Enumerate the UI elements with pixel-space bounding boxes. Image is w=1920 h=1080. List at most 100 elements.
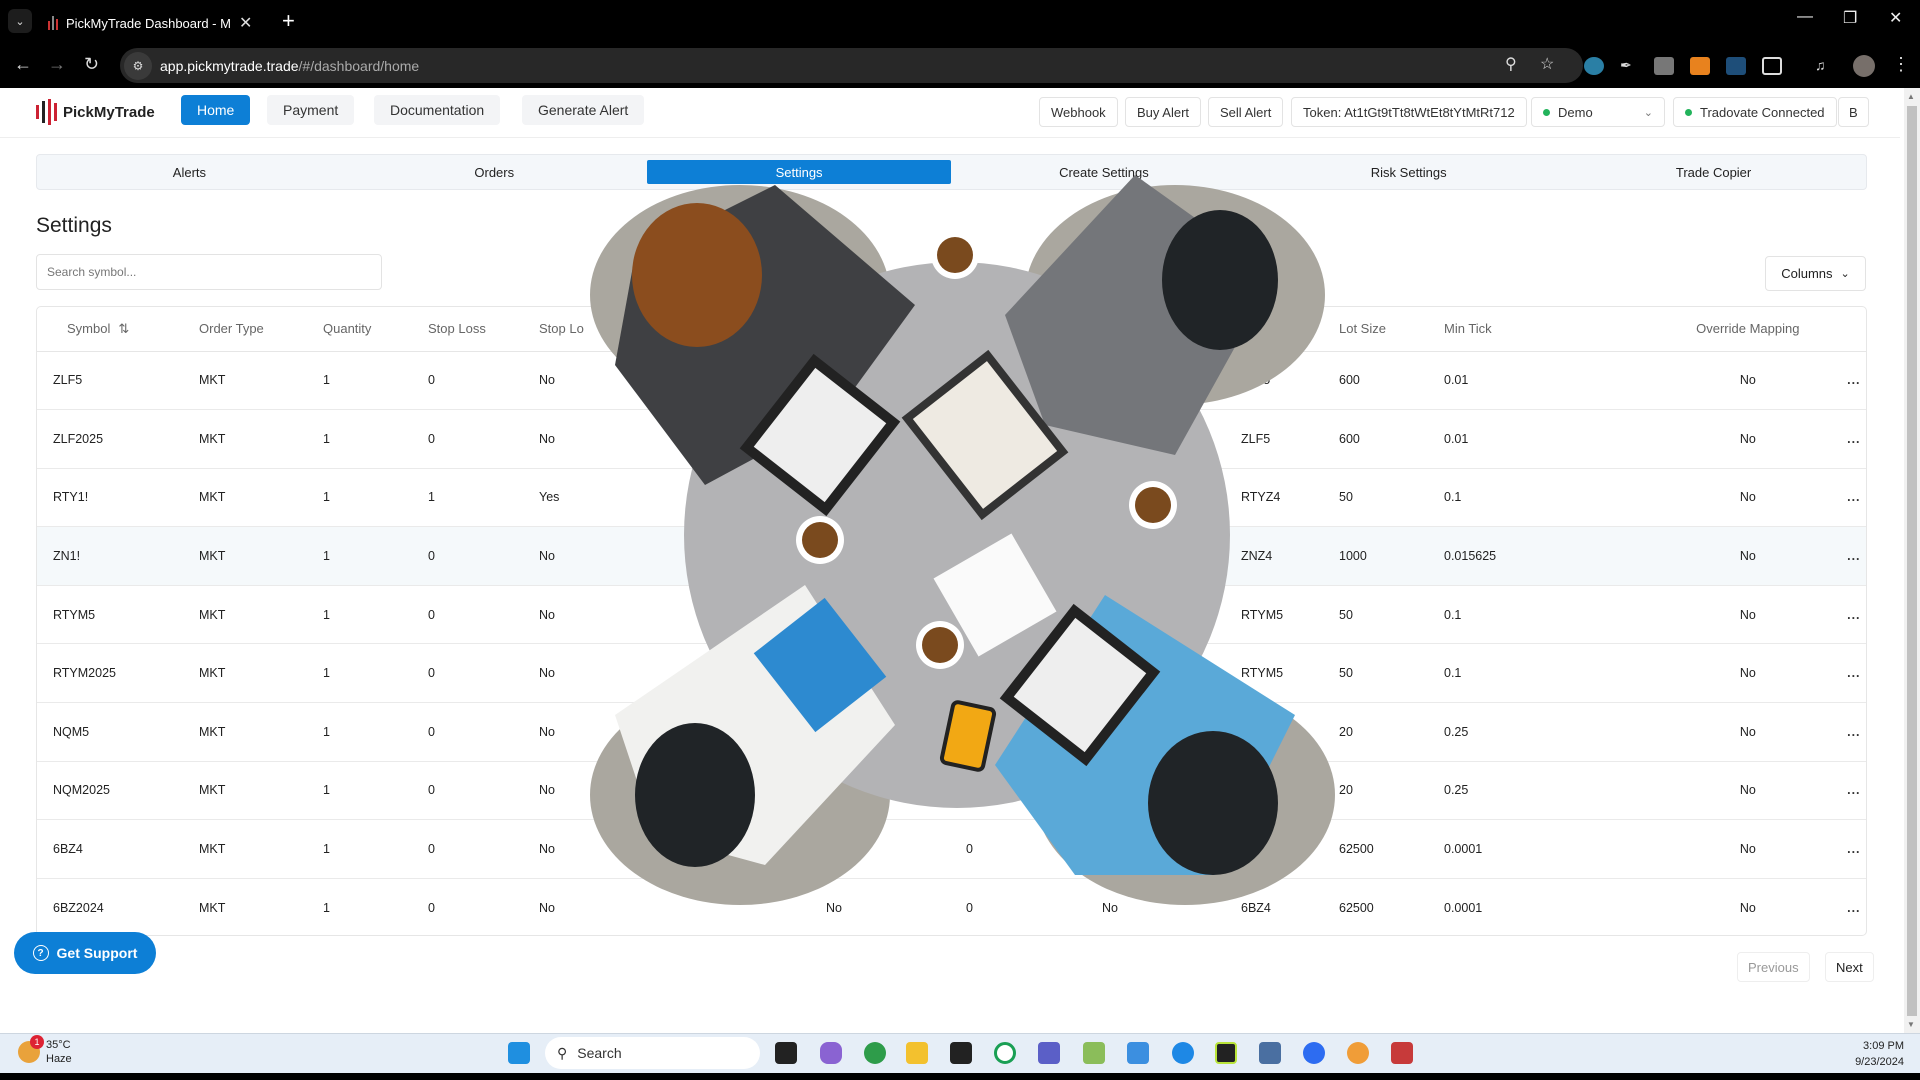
extensions-icon[interactable] xyxy=(1762,57,1782,75)
scroll-up-icon[interactable]: ▲ xyxy=(1907,92,1915,101)
column-header: Lot Size xyxy=(1339,307,1444,352)
media-icon[interactable]: ♫ xyxy=(1815,57,1835,75)
more-options-icon[interactable]: ... xyxy=(1847,725,1860,739)
more-options-icon[interactable]: ... xyxy=(1847,666,1860,680)
minimize-icon[interactable]: — xyxy=(1797,8,1813,26)
more-options-icon[interactable]: ... xyxy=(1847,549,1860,563)
photos-icon[interactable] xyxy=(1347,1042,1369,1064)
more-options-icon[interactable]: ... xyxy=(1847,842,1860,856)
token-button[interactable]: Token: At1tGt9tTt8tWtEt8tYtMtRt712 xyxy=(1291,97,1527,127)
close-tab-icon[interactable]: ✕ xyxy=(239,13,252,33)
pycharm-icon[interactable] xyxy=(1215,1042,1237,1064)
nav-documentation[interactable]: Documentation xyxy=(374,95,501,125)
back-icon[interactable]: ← xyxy=(14,54,32,75)
page-scrollbar[interactable]: ▲ ▼ xyxy=(1904,88,1920,1033)
more-options-icon[interactable]: ... xyxy=(1847,608,1860,622)
scrollbar-thumb[interactable] xyxy=(1907,106,1917,1016)
screen-recorder-icon[interactable] xyxy=(1391,1042,1413,1064)
whatsapp-icon[interactable] xyxy=(994,1042,1016,1064)
next-page-button[interactable]: Next xyxy=(1825,952,1874,982)
nav-payment[interactable]: Payment xyxy=(267,95,355,125)
table-cell: No xyxy=(1654,643,1842,704)
table-cell: 0.1 xyxy=(1444,643,1654,704)
user-menu-button[interactable]: B xyxy=(1838,97,1869,127)
taskbar-search[interactable]: ⚲ Search xyxy=(545,1037,760,1069)
zoom-app-icon[interactable] xyxy=(1303,1042,1325,1064)
new-tab-button[interactable]: + xyxy=(282,8,295,34)
column-header-label: Stop Loss xyxy=(428,321,486,337)
extension-broom-icon[interactable]: ✒ xyxy=(1620,57,1640,75)
brand-logo[interactable]: PickMyTrade xyxy=(36,99,155,125)
column-header-label: Order Type xyxy=(199,321,264,337)
table-cell: 0.0001 xyxy=(1444,878,1654,935)
weather-desc: Haze xyxy=(46,1053,72,1065)
teams-icon[interactable] xyxy=(1038,1042,1060,1064)
columns-button[interactable]: Columns ⌄ xyxy=(1765,256,1866,291)
more-options-icon[interactable]: ... xyxy=(1847,432,1860,446)
more-options-icon[interactable]: ... xyxy=(1847,783,1860,797)
weather-widget[interactable]: 1 35°C Haze xyxy=(18,1035,72,1066)
file-explorer-icon[interactable] xyxy=(906,1042,928,1064)
account-select[interactable]: Demo ⌄ xyxy=(1531,97,1665,127)
reload-icon[interactable]: ↻ xyxy=(84,54,99,75)
taskbar-search-label: Search xyxy=(577,1045,622,1061)
zoom-icon[interactable]: ⚲ xyxy=(1505,54,1517,74)
skype-icon[interactable] xyxy=(1172,1042,1194,1064)
table-cell: No xyxy=(1654,409,1842,469)
status-dot xyxy=(1543,108,1550,116)
table-cell: 0.25 xyxy=(1444,702,1654,762)
extension-metamask-icon[interactable] xyxy=(1690,57,1710,75)
nav-generate-alert[interactable]: Generate Alert xyxy=(522,95,645,125)
sort-icon[interactable]: ⇅ xyxy=(118,321,129,336)
chrome-icon[interactable] xyxy=(864,1042,886,1064)
notepad-plus-icon[interactable] xyxy=(1083,1042,1105,1064)
table-cell: 20 xyxy=(1339,761,1444,821)
person-head xyxy=(632,203,762,347)
task-view-icon[interactable] xyxy=(775,1042,797,1064)
buy-alert-button[interactable]: Buy Alert xyxy=(1125,97,1202,127)
search-symbol-input[interactable] xyxy=(36,254,382,290)
tab-search-dropdown[interactable]: ⌄ xyxy=(8,9,32,33)
connection-status[interactable]: Tradovate Connected xyxy=(1673,97,1837,127)
webhook-button[interactable]: Webhook xyxy=(1039,97,1118,127)
table-cell: No xyxy=(1654,878,1842,935)
profile-avatar[interactable] xyxy=(1853,55,1875,77)
coffee-icon xyxy=(922,627,958,663)
tab-alerts[interactable]: Alerts xyxy=(37,155,342,189)
row-actions-cell: ... xyxy=(1841,468,1866,528)
extension-web-icon[interactable] xyxy=(1584,57,1604,75)
nav-home[interactable]: Home xyxy=(181,95,251,125)
extension-crx-icon[interactable] xyxy=(1654,57,1674,75)
column-header[interactable]: Symbol ⇅ xyxy=(37,307,199,352)
browser-tab[interactable]: PickMyTrade Dashboard - Mana ✕ xyxy=(40,6,270,40)
windows-start-icon[interactable] xyxy=(508,1042,530,1064)
scroll-down-icon[interactable]: ▼ xyxy=(1907,1020,1915,1029)
more-options-icon[interactable]: ... xyxy=(1847,490,1860,504)
more-options-icon[interactable]: ... xyxy=(1847,901,1860,915)
pickmytrade-favicon-icon xyxy=(48,16,58,30)
table-cell: 62500 xyxy=(1339,878,1444,935)
sell-alert-button[interactable]: Sell Alert xyxy=(1208,97,1284,127)
extension-compass-icon[interactable] xyxy=(1726,57,1746,75)
forward-icon[interactable]: → xyxy=(48,54,66,75)
sticky-notes-icon[interactable] xyxy=(950,1042,972,1064)
column-header-label: Symbol xyxy=(67,320,111,336)
address-bar[interactable]: ⚙ app.pickmytrade.trade/#/dashboard/home… xyxy=(120,48,1583,83)
table-cell: RTYM2025 xyxy=(37,643,199,704)
restore-icon[interactable]: ❐ xyxy=(1843,8,1857,28)
previous-page-button[interactable]: Previous xyxy=(1737,952,1810,982)
site-settings-icon[interactable]: ⚙ xyxy=(124,51,152,80)
notepad-icon[interactable] xyxy=(1127,1042,1149,1064)
window-close-icon[interactable]: ✕ xyxy=(1889,8,1902,28)
tab-trade-copier[interactable]: Trade Copier xyxy=(1561,155,1866,189)
menu-icon[interactable]: ⋮ xyxy=(1892,54,1910,75)
more-options-icon[interactable]: ... xyxy=(1847,373,1860,387)
chevron-down-icon: ⌄ xyxy=(1643,106,1653,119)
copilot-icon[interactable] xyxy=(820,1042,842,1064)
app-header: PickMyTrade Home Payment Documentation G… xyxy=(0,88,1900,138)
star-icon[interactable]: ☆ xyxy=(1540,54,1554,74)
table-cell: 20 xyxy=(1339,702,1444,762)
get-support-button[interactable]: ? Get Support xyxy=(14,932,156,974)
vpn-icon[interactable] xyxy=(1259,1042,1281,1064)
system-clock[interactable]: 3:09 PM 9/23/2024 xyxy=(1855,1038,1904,1070)
